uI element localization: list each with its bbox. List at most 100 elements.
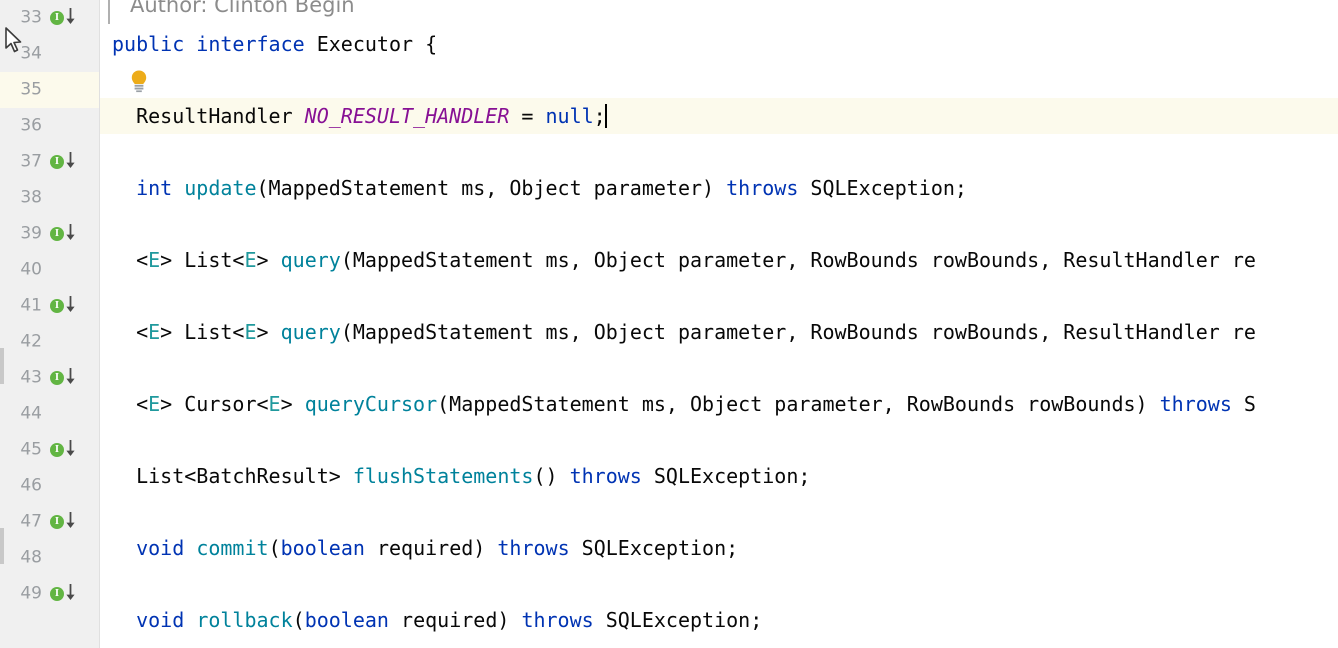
gutter-line-35[interactable]: 35 bbox=[0, 72, 99, 108]
code-token: E bbox=[148, 320, 161, 344]
code-token: ( bbox=[292, 608, 305, 632]
code-editor[interactable]: 33 I 34 35 36 37 I 38 39 I 40 41 I 42 43 I 44 45 I 46 47 I 48 4… bbox=[0, 0, 1338, 648]
code-line-44[interactable] bbox=[100, 422, 1338, 458]
gutter-line-39[interactable]: 39 I bbox=[0, 216, 99, 252]
line-number: 42 bbox=[20, 331, 42, 352]
code-line-36[interactable] bbox=[100, 134, 1338, 170]
arrow-down-icon[interactable] bbox=[65, 439, 76, 462]
implemented-interface-icon[interactable]: I bbox=[50, 11, 64, 25]
gutter-icons[interactable]: I bbox=[50, 583, 76, 606]
code-token: query bbox=[280, 248, 341, 272]
code-line-49[interactable]: void rollback(boolean required) throws S… bbox=[100, 602, 1338, 638]
code-token: (MappedStatement ms, Object parameter, R… bbox=[340, 248, 1256, 272]
line-number: 35 bbox=[20, 79, 42, 100]
code-line-40[interactable] bbox=[100, 278, 1338, 314]
implemented-interface-icon[interactable]: I bbox=[50, 515, 64, 529]
code-line-41[interactable]: <E> List<E> query(MappedStatement ms, Ob… bbox=[100, 314, 1338, 350]
code-token: (MappedStatement ms, Object parameter, R… bbox=[437, 392, 1160, 416]
arrow-down-icon[interactable] bbox=[65, 7, 76, 30]
code-token: List<BatchResult> bbox=[112, 464, 353, 488]
code-line-33[interactable]: public interface Executor { bbox=[100, 26, 1338, 62]
gutter-line-37[interactable]: 37 I bbox=[0, 144, 99, 180]
code-token: required) bbox=[388, 608, 522, 632]
gutter-line-41[interactable]: 41 I bbox=[0, 288, 99, 324]
gutter-icons[interactable]: I bbox=[50, 7, 76, 30]
code-line-48[interactable] bbox=[100, 566, 1338, 602]
arrow-down-icon[interactable] bbox=[65, 367, 76, 390]
gutter-line-45[interactable]: 45 I bbox=[0, 432, 99, 468]
implemented-interface-icon[interactable]: I bbox=[50, 299, 64, 313]
collapsed-javadoc[interactable]: Author: Clinton Begin bbox=[100, 0, 1338, 26]
line-number: 36 bbox=[20, 115, 42, 136]
line-number: 41 bbox=[20, 295, 42, 316]
implemented-interface-icon[interactable]: I bbox=[50, 155, 64, 169]
gutter-line-47[interactable]: 47 I bbox=[0, 504, 99, 540]
gutter-icons[interactable]: I bbox=[50, 439, 76, 462]
gutter-line-46[interactable]: 46 bbox=[0, 468, 99, 504]
code-token: (MappedStatement ms, Object parameter) bbox=[256, 176, 727, 200]
implemented-interface-icon[interactable]: I bbox=[50, 587, 64, 601]
line-number: 49 bbox=[20, 583, 42, 604]
code-token: E bbox=[148, 248, 161, 272]
code-token: boolean bbox=[280, 536, 365, 560]
code-line-47[interactable]: void commit(boolean required) throws SQL… bbox=[100, 530, 1338, 566]
code-line-39[interactable]: <E> List<E> query(MappedStatement ms, Ob… bbox=[100, 242, 1338, 278]
arrow-down-icon[interactable] bbox=[65, 295, 76, 318]
code-token: > bbox=[256, 320, 281, 344]
gutter-line-48[interactable]: 48 bbox=[0, 540, 99, 576]
code-token: queryCursor bbox=[304, 392, 438, 416]
gutter-line-42[interactable]: 42 bbox=[0, 324, 99, 360]
code-token: SQLException; bbox=[798, 176, 967, 200]
code-line-42[interactable] bbox=[100, 350, 1338, 386]
gutter-icons[interactable]: I bbox=[50, 367, 76, 390]
gutter-icons[interactable]: I bbox=[50, 151, 76, 174]
arrow-down-icon[interactable] bbox=[65, 583, 76, 606]
gutter-line-49[interactable]: 49 I bbox=[0, 576, 99, 612]
code-token: < bbox=[112, 320, 149, 344]
gutter-icons[interactable]: I bbox=[50, 223, 76, 246]
lightbulb-icon[interactable] bbox=[128, 68, 150, 93]
line-number: 37 bbox=[20, 151, 42, 172]
gutter-icons[interactable]: I bbox=[50, 511, 76, 534]
code-token: E bbox=[244, 320, 257, 344]
code-content-area[interactable]: Author: Clinton Begin public interface E… bbox=[100, 0, 1338, 648]
gutter-icons[interactable]: I bbox=[50, 295, 76, 318]
code-token: public bbox=[112, 32, 185, 56]
gutter-line-44[interactable]: 44 bbox=[0, 396, 99, 432]
code-token: throws bbox=[569, 464, 642, 488]
gutter-line-33[interactable]: 33 I bbox=[0, 0, 99, 36]
code-token: E bbox=[268, 392, 281, 416]
gutter-line-38[interactable]: 38 bbox=[0, 180, 99, 216]
gutter-line-34[interactable]: 34 bbox=[0, 36, 99, 72]
code-line-43[interactable]: <E> Cursor<E> queryCursor(MappedStatemen… bbox=[100, 386, 1338, 422]
code-token: Executor { bbox=[304, 32, 438, 56]
code-line-46[interactable] bbox=[100, 494, 1338, 530]
line-number: 46 bbox=[20, 475, 42, 496]
code-token: > bbox=[256, 248, 281, 272]
implemented-interface-icon[interactable]: I bbox=[50, 371, 64, 385]
arrow-down-icon[interactable] bbox=[65, 223, 76, 246]
implemented-interface-icon[interactable]: I bbox=[50, 227, 64, 241]
code-line-35[interactable]: ResultHandler NO_RESULT_HANDLER = null; bbox=[100, 98, 1338, 134]
arrow-down-icon[interactable] bbox=[65, 151, 76, 174]
gutter-line-43[interactable]: 43 I bbox=[0, 360, 99, 396]
code-token: > bbox=[280, 392, 305, 416]
code-token: interface bbox=[196, 32, 305, 56]
code-token: () bbox=[533, 464, 570, 488]
arrow-down-icon[interactable] bbox=[65, 511, 76, 534]
code-line-34[interactable] bbox=[100, 62, 1338, 98]
implemented-interface-icon[interactable]: I bbox=[50, 443, 64, 457]
code-line-37[interactable]: int update(MappedStatement ms, Object pa… bbox=[100, 170, 1338, 206]
gutter-line-36[interactable]: 36 bbox=[0, 108, 99, 144]
code-token: null bbox=[545, 104, 594, 128]
editor-gutter[interactable]: 33 I 34 35 36 37 I 38 39 I 40 41 I 42 43 I 44 45 I 46 47 I 48 4… bbox=[0, 0, 100, 648]
gutter-line-40[interactable]: 40 bbox=[0, 252, 99, 288]
code-token: rollback bbox=[196, 608, 293, 632]
code-line-38[interactable] bbox=[100, 206, 1338, 242]
code-token: < bbox=[112, 248, 149, 272]
code-line-45[interactable]: List<BatchResult> flushStatements() thro… bbox=[100, 458, 1338, 494]
